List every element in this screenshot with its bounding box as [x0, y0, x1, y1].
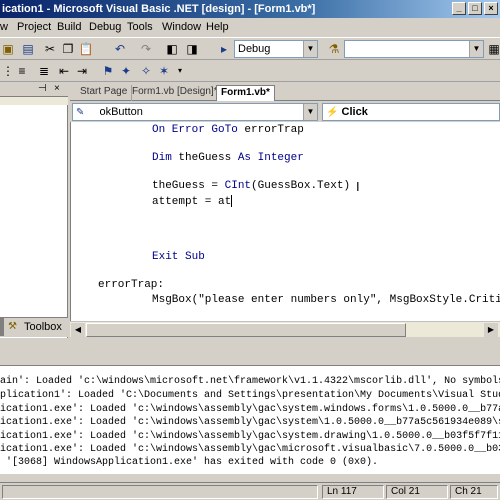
method-name-combo[interactable]: ⚡ Click — [322, 103, 500, 121]
cut-icon[interactable]: ✂ — [42, 41, 58, 57]
status-message — [2, 485, 318, 499]
minimize-button[interactable]: _ — [452, 2, 466, 15]
editor-navigation-bar: ✎ okButton ▼ ⚡ Click — [70, 102, 500, 122]
output-line: ain': Loaded 'c:\windows\microsoft.net\f… — [0, 376, 500, 387]
navigate-forward-icon[interactable]: ◨ — [184, 41, 200, 57]
toolbox-tab[interactable]: ⚒ Toolbox — [0, 317, 68, 337]
toolbox-label: Toolbox — [24, 321, 62, 333]
i-beam-cursor: I — [356, 179, 360, 194]
redo-icon[interactable]: ↷ — [138, 41, 154, 57]
menu-project[interactable]: Project — [17, 21, 51, 33]
save-icon[interactable]: ▣ — [0, 41, 16, 57]
toolbox-tab-edge — [0, 318, 4, 336]
editor-horizontal-scrollbar[interactable]: ◀ ▶ — [70, 321, 500, 337]
copy-icon[interactable]: ❐ — [60, 41, 76, 57]
code-line: theGuess = CInt(GuessBox.Text) — [152, 180, 351, 192]
control-icon: ✎ — [76, 107, 85, 118]
navigate-back-icon[interactable]: ◧ — [164, 41, 180, 57]
menu-window[interactable]: Window — [162, 21, 201, 33]
menu-build[interactable]: Build — [57, 21, 81, 33]
output-line: ication1.exe': Loaded 'c:\windows\assemb… — [0, 444, 500, 455]
chevron-down-icon[interactable]: ▾ — [172, 63, 188, 79]
undo-icon[interactable]: ↶ — [112, 41, 128, 57]
code-line: On Error GoTo errorTrap — [152, 124, 304, 136]
quick-info-icon[interactable]: ≣ — [36, 63, 52, 79]
toolbox-icon: ⚒ — [8, 321, 17, 332]
tab-form1-design[interactable]: Form1.vb [Design]* — [128, 85, 223, 101]
text-caret — [231, 195, 233, 207]
tab-start-page[interactable]: Start Page — [76, 85, 133, 101]
clear-bookmarks-icon[interactable]: ✶ — [156, 63, 172, 79]
document-tabs: Start Page Form1.vb [Design]* Form1.vb* — [70, 83, 500, 101]
next-bookmark-icon[interactable]: ✦ — [118, 63, 134, 79]
class-name-combo[interactable]: ✎ okButton ▼ — [72, 103, 318, 121]
scroll-thumb[interactable] — [86, 323, 406, 337]
solution-config-combo[interactable]: Debug ▼ — [234, 40, 318, 58]
solution-explorer-icon[interactable]: ▦ — [486, 41, 500, 57]
scroll-left-icon[interactable]: ◀ — [71, 323, 85, 337]
chevron-down-icon: ▼ — [303, 41, 317, 57]
status-column: Col 21 — [386, 485, 448, 499]
scroll-right-icon[interactable]: ▶ — [484, 323, 498, 337]
text-editor-toolbar: ⋮ ≡ ≣ ⇤ ⇥ ⚑ ✦ ✧ ✶ ▾ — [0, 60, 500, 82]
output-header — [0, 352, 500, 366]
output-line: ication1.exe': Loaded 'c:\windows\assemb… — [0, 431, 500, 442]
standard-toolbar: ▣ ▤ ✂ ❐ 📋 ↶ ↷ ◧ ◨ ▸ Debug ▼ ⚗ ▼ ▦ — [0, 38, 500, 60]
status-char: Ch 21 — [450, 485, 498, 499]
bookmark-icon[interactable]: ⚑ — [100, 63, 116, 79]
parameter-info-icon[interactable]: ≡ — [14, 63, 30, 79]
output-line: ication1.exe': Loaded 'c:\windows\assemb… — [0, 404, 500, 415]
indent-icon[interactable]: ⇥ — [74, 63, 90, 79]
pane-splitter[interactable] — [0, 338, 500, 352]
code-line: errorTrap: — [98, 279, 165, 291]
code-line: Exit Sub — [152, 251, 205, 263]
menu-help[interactable]: Help — [206, 21, 229, 33]
menu-view[interactable]: w — [0, 21, 8, 33]
code-editor[interactable]: On Error GoTo errorTrap Dim theGuess As … — [70, 122, 500, 321]
menu-bar: w Project Build Debug Tools Window Help — [0, 18, 500, 38]
panel-header: ⊣ × — [0, 83, 68, 97]
code-line: MsgBox("please enter numbers only", MsgB… — [152, 294, 500, 306]
output-line: '[3068] WindowsApplication1.exe' has exi… — [0, 457, 379, 468]
panel-scrollbar[interactable] — [0, 97, 68, 105]
previous-bookmark-icon[interactable]: ✧ — [138, 63, 154, 79]
menu-tools[interactable]: Tools — [127, 21, 153, 33]
status-bar: Ln 117 Col 21 Ch 21 — [0, 482, 500, 500]
chevron-down-icon: ▼ — [469, 41, 483, 57]
output-window[interactable]: ain': Loaded 'c:\windows\microsoft.net\f… — [0, 366, 500, 474]
maximize-button[interactable]: □ — [468, 2, 482, 15]
code-line: attempt = at — [152, 195, 233, 208]
event-icon: ⚡ — [326, 107, 339, 118]
tab-form1-code[interactable]: Form1.vb* — [216, 85, 275, 101]
pin-icon[interactable]: ⊣ — [38, 83, 47, 94]
window-title: ication1 - Microsoft Visual Basic .NET [… — [2, 3, 316, 15]
output-line: ication1.exe': Loaded 'c:\windows\assemb… — [0, 417, 500, 428]
code-line: Dim theGuess As Integer — [152, 152, 304, 164]
bottom-tab-strip — [0, 474, 500, 482]
outdent-icon[interactable]: ⇤ — [56, 63, 72, 79]
close-button[interactable]: × — [484, 2, 498, 15]
paste-icon[interactable]: 📋 — [78, 41, 94, 57]
chevron-down-icon: ▼ — [303, 104, 317, 120]
close-icon[interactable]: × — [54, 83, 60, 94]
find-combo[interactable]: ▼ — [344, 40, 484, 58]
left-tool-panel: ⊣ × — [0, 83, 68, 338]
find-icon[interactable]: ⚗ — [326, 41, 342, 57]
start-icon[interactable]: ▸ — [216, 41, 232, 57]
save-all-icon[interactable]: ▤ — [20, 41, 36, 57]
menu-debug[interactable]: Debug — [89, 21, 121, 33]
output-line: plication1': Loaded 'C:\Documents and Se… — [0, 390, 500, 401]
title-bar: ication1 - Microsoft Visual Basic .NET [… — [0, 0, 500, 18]
status-line: Ln 117 — [322, 485, 384, 499]
